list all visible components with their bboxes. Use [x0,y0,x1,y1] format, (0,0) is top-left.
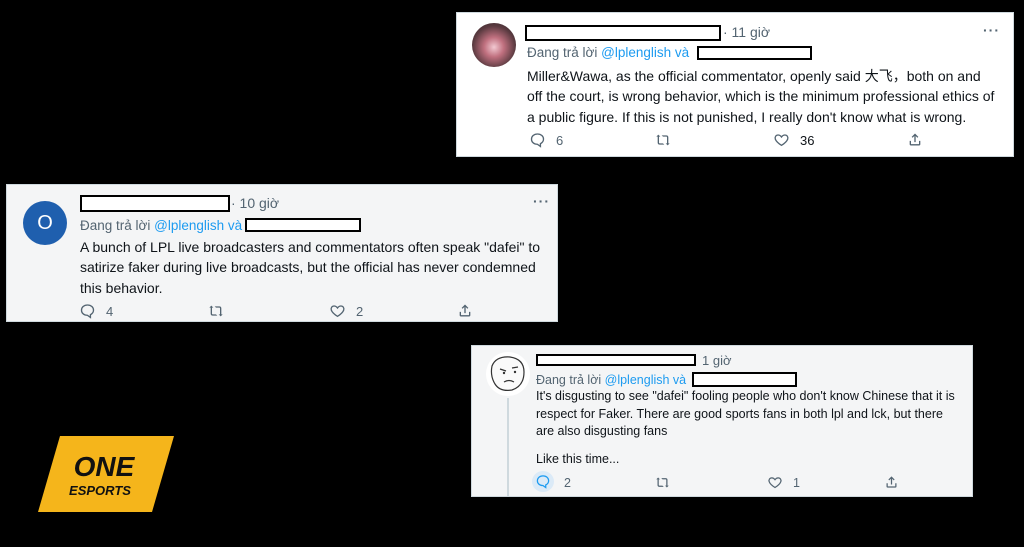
retweet-icon [656,134,670,146]
reply-icon [80,304,95,319]
like-count: 1 [793,475,800,490]
reply-count: 4 [106,303,114,319]
retweet-button[interactable] [654,475,671,490]
share-button[interactable] [907,131,923,148]
tweet-text: It's disgusting to see "dafei" fooling p… [536,389,955,438]
avatar-letter: O [37,211,53,234]
logo-line-esports: ESPORTS [69,483,131,498]
redacted-mention [245,218,361,232]
reply-button[interactable] [532,471,554,492]
reply-count: 6 [556,132,564,148]
replying-to-handle[interactable]: @lplenglish và [154,218,242,233]
replying-to-handle[interactable]: @lplenglish và [605,373,686,387]
rage-face-avatar-icon [490,356,525,391]
redacted-username [80,195,230,212]
like-button[interactable]: 36 [773,132,814,148]
logo-line-one: ONE [74,451,136,482]
redacted-username [536,354,696,366]
retweet-icon [209,305,223,317]
tweet-timestamp[interactable]: · 11 giờ [723,24,770,40]
avatar[interactable]: O [23,201,67,245]
share-icon [909,133,921,146]
tweet-text: A bunch of LPL live broadcasters and com… [80,239,541,296]
like-count: 36 [800,132,815,148]
tweet-text: Miller&Wawa, as the official commentator… [527,68,995,125]
reply-icon [536,475,550,489]
thread-line [507,398,509,496]
replying-to-line: Đang trả lời @lplenglish và [536,373,686,387]
avatar[interactable] [472,23,516,67]
heart-icon [768,477,782,489]
redacted-mention [692,372,797,387]
retweet-icon [656,477,669,488]
replying-to-line: Đang trả lời @lplenglish và [527,45,689,60]
replying-to-label: Đang trả lời [536,373,605,387]
tweet-timestamp[interactable]: · 10 giờ [231,195,279,211]
more-options-icon[interactable]: ··· [983,22,1000,38]
tweet-card-3[interactable]: 1 giờ Đang trả lời @lplenglish và It's d… [471,345,973,497]
reply-count: 2 [564,476,571,490]
retweet-button[interactable] [654,132,672,148]
heart-icon [330,305,345,318]
share-button[interactable] [457,302,473,319]
tweet-timestamp[interactable]: 1 giờ [702,353,732,368]
replying-to-handle[interactable]: @lplenglish và [601,45,689,60]
one-esports-logo: ONE ESPORTS [38,436,174,512]
like-count: 2 [356,303,364,319]
share-icon [886,476,897,488]
share-button[interactable] [884,474,899,490]
like-button[interactable]: 2 [329,303,363,319]
more-options-icon[interactable]: ··· [533,193,550,209]
replying-to-line: Đang trả lời @lplenglish và [80,218,242,233]
replying-to-label: Đang trả lời [527,45,602,60]
redacted-mention [697,46,812,60]
like-button[interactable]: 1 [767,475,800,490]
reply-button[interactable]: 6 [529,132,563,148]
tweet-card-2[interactable]: O · 10 giờ ··· Đang trả lời @lplenglish … [6,184,558,322]
replying-to-label: Đang trả lời [80,218,155,233]
tweet-text-continued: Like this time... [536,452,620,466]
share-icon [459,304,471,317]
redacted-username [525,25,721,41]
reply-button[interactable]: 4 [79,303,113,319]
avatar[interactable] [486,352,530,396]
tweet-card-1[interactable]: · 11 giờ ··· Đang trả lời @lplenglish và… [456,12,1014,157]
reply-icon [530,133,545,148]
heart-icon [774,134,789,147]
retweet-button[interactable] [207,303,225,319]
